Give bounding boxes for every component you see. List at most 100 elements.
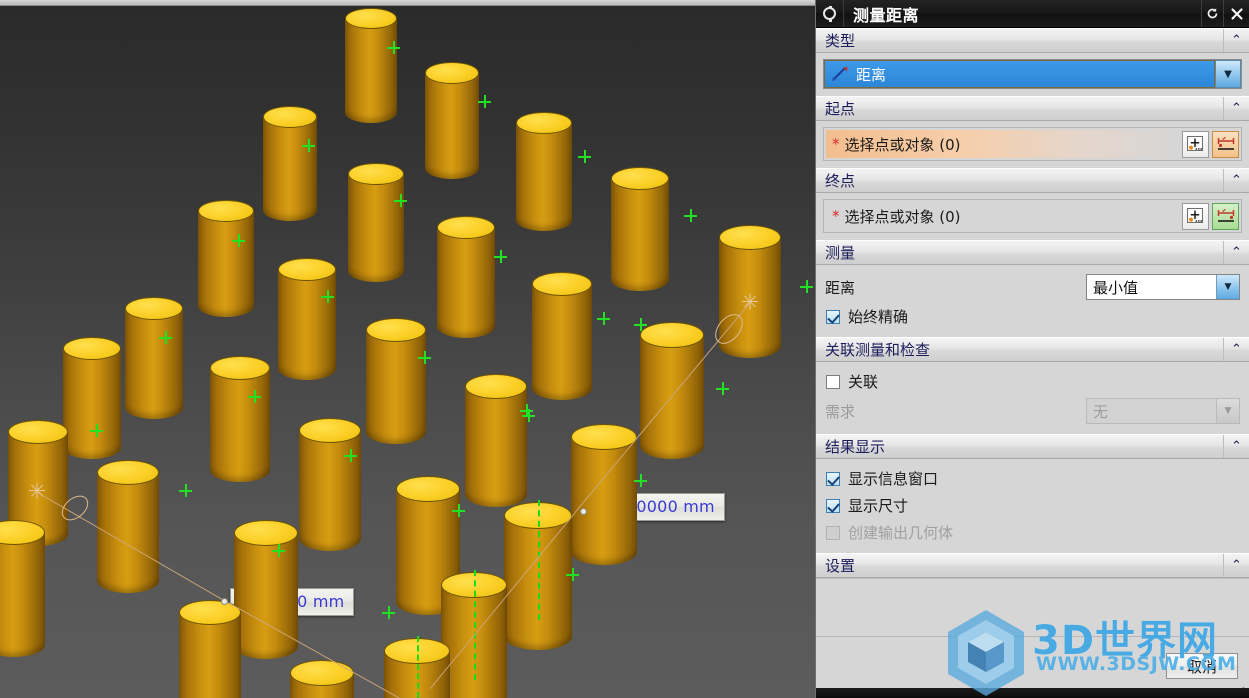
- chevron-down-icon-settings[interactable]: ⌃: [1223, 554, 1249, 577]
- point-constructor-icon-end[interactable]: [1182, 202, 1209, 230]
- cylinder-side: [125, 308, 183, 419]
- distance-mode-combobox[interactable]: 最小值 ▼: [1086, 274, 1240, 300]
- window-bottom-edge: [816, 688, 1249, 698]
- cylinder[interactable]: [425, 62, 479, 190]
- cylinder[interactable]: [290, 660, 354, 698]
- cylinder-top-face: [611, 167, 669, 190]
- section-header-associative[interactable]: 关联测量和检查 ⌃: [816, 337, 1249, 362]
- end-point-select-field[interactable]: * 选择点或对象 (0): [826, 202, 1179, 230]
- point-constructor-icon-start[interactable]: [1182, 130, 1209, 158]
- section-title-settings: 设置: [825, 557, 856, 575]
- cylinder-side: [299, 430, 361, 551]
- axis-marker-icon: [800, 280, 813, 293]
- cylinder[interactable]: [198, 200, 254, 328]
- associative-checkbox[interactable]: [826, 374, 840, 389]
- cylinder[interactable]: [0, 520, 45, 669]
- cylinder-top-face: [125, 297, 183, 320]
- cylinder[interactable]: [516, 112, 572, 242]
- section-title-associative: 关联测量和检查: [825, 341, 931, 359]
- viewport-top-edge: [0, 0, 815, 6]
- axis-marker-icon: [684, 209, 697, 222]
- section-header-settings[interactable]: 设置 ⌃: [816, 553, 1249, 578]
- type-selected-value: 距离: [856, 65, 887, 84]
- cylinder[interactable]: [366, 318, 426, 456]
- cylinder-side: [437, 227, 495, 338]
- cylinder-side: [425, 73, 479, 179]
- cylinder[interactable]: [348, 163, 404, 293]
- cylinder-top-face: [210, 356, 270, 380]
- always-exact-row[interactable]: 始终精确: [823, 303, 1242, 330]
- section-header-measure[interactable]: 测量 ⌃: [816, 240, 1249, 265]
- cylinder[interactable]: [299, 418, 361, 563]
- start-point-select-row[interactable]: * 选择点或对象 (0): [823, 127, 1242, 161]
- section-header-start-point[interactable]: 起点 ⌃: [816, 96, 1249, 121]
- always-exact-checkbox[interactable]: [826, 309, 840, 324]
- chevron-down-icon-distance-mode[interactable]: ▼: [1216, 275, 1239, 299]
- cylinder-top-face: [63, 337, 121, 360]
- cylinder[interactable]: [345, 8, 397, 133]
- cylinder[interactable]: [532, 272, 592, 412]
- type-combobox[interactable]: 距离 ▼: [823, 59, 1242, 89]
- required-marker-end: *: [832, 206, 840, 225]
- section-header-results[interactable]: 结果显示 ⌃: [816, 434, 1249, 459]
- reset-icon[interactable]: [1201, 0, 1223, 27]
- cylinder-centerline: [538, 500, 540, 620]
- chevron-up-icon-start-point[interactable]: ⌃: [1223, 97, 1249, 120]
- requirement-value: 无: [1093, 402, 1109, 421]
- cylinder[interactable]: [125, 297, 183, 430]
- cylinder-side: [366, 330, 426, 444]
- show-dimension-row[interactable]: 显示尺寸: [823, 492, 1242, 519]
- cylinder[interactable]: [278, 258, 336, 391]
- 3d-viewport[interactable]: 120.0000 mm 92.0000 mm: [0, 0, 815, 698]
- show-dimension-checkbox[interactable]: [826, 498, 840, 513]
- cylinder[interactable]: [719, 225, 781, 370]
- section-header-type[interactable]: 类型 ⌃: [816, 28, 1249, 53]
- chevron-up-icon-type[interactable]: ⌃: [1223, 29, 1249, 52]
- measure-distance-dialog: 测量距离 类型 ⌃ 距离 ▼ 起点 ⌃ * 选择点或对象 (0) 终点 ⌃ * …: [815, 0, 1249, 698]
- show-info-window-label: 显示信息窗口: [848, 470, 939, 488]
- cylinder[interactable]: [465, 374, 527, 519]
- create-output-geometry-row: 创建输出几何体: [823, 519, 1242, 546]
- type-combobox-field[interactable]: 距离: [824, 60, 1215, 88]
- chevron-up-icon-measure[interactable]: ⌃: [1223, 241, 1249, 264]
- chevron-down-icon-type[interactable]: ▼: [1215, 60, 1241, 88]
- measure-start-icon[interactable]: [1212, 130, 1239, 158]
- cylinder[interactable]: [179, 600, 241, 698]
- cylinder[interactable]: [210, 356, 270, 494]
- requirement-label: 需求: [825, 402, 856, 421]
- cylinder-side: [516, 123, 572, 231]
- end-point-select-row[interactable]: * 选择点或对象 (0): [823, 199, 1242, 233]
- cancel-button[interactable]: 取消: [1166, 653, 1238, 679]
- cylinder[interactable]: [263, 106, 317, 232]
- dialog-footer: 取消: [816, 636, 1249, 698]
- requirement-row: 需求 无 ▼: [823, 395, 1242, 427]
- cylinder[interactable]: [437, 216, 495, 349]
- measure-end-icon[interactable]: [1212, 202, 1239, 230]
- chevron-up-icon-associative[interactable]: ⌃: [1223, 338, 1249, 361]
- cylinder-side: [348, 174, 404, 282]
- cylinder-side: [263, 117, 317, 221]
- dialog-titlebar[interactable]: 测量距离: [816, 0, 1249, 28]
- dimension-anchor-dot: [580, 508, 587, 515]
- cylinder-side: [345, 18, 397, 123]
- cylinder[interactable]: [234, 520, 298, 672]
- chevron-up-icon-results[interactable]: ⌃: [1223, 435, 1249, 458]
- start-point-select-field[interactable]: * 选择点或对象 (0): [826, 130, 1179, 158]
- section-header-end-point[interactable]: 终点 ⌃: [816, 168, 1249, 193]
- cylinder[interactable]: [611, 167, 669, 302]
- axis-marker-icon: [597, 312, 610, 325]
- cylinder-centerline: [417, 636, 419, 698]
- section-title-end-point: 终点: [825, 172, 856, 190]
- show-info-window-checkbox[interactable]: [826, 471, 840, 486]
- cylinder-side: [179, 612, 241, 698]
- cylinder-top-face: [465, 374, 527, 399]
- cylinder[interactable]: [63, 337, 121, 470]
- create-output-geometry-checkbox: [826, 525, 840, 540]
- show-info-window-row[interactable]: 显示信息窗口: [823, 465, 1242, 492]
- chevron-up-icon-end-point[interactable]: ⌃: [1223, 169, 1249, 192]
- associative-row[interactable]: 关联: [823, 368, 1242, 395]
- close-icon[interactable]: [1223, 0, 1249, 27]
- section-title-start-point: 起点: [825, 100, 856, 118]
- cylinder-top-face: [198, 200, 254, 222]
- cylinder-top-face: [97, 460, 159, 485]
